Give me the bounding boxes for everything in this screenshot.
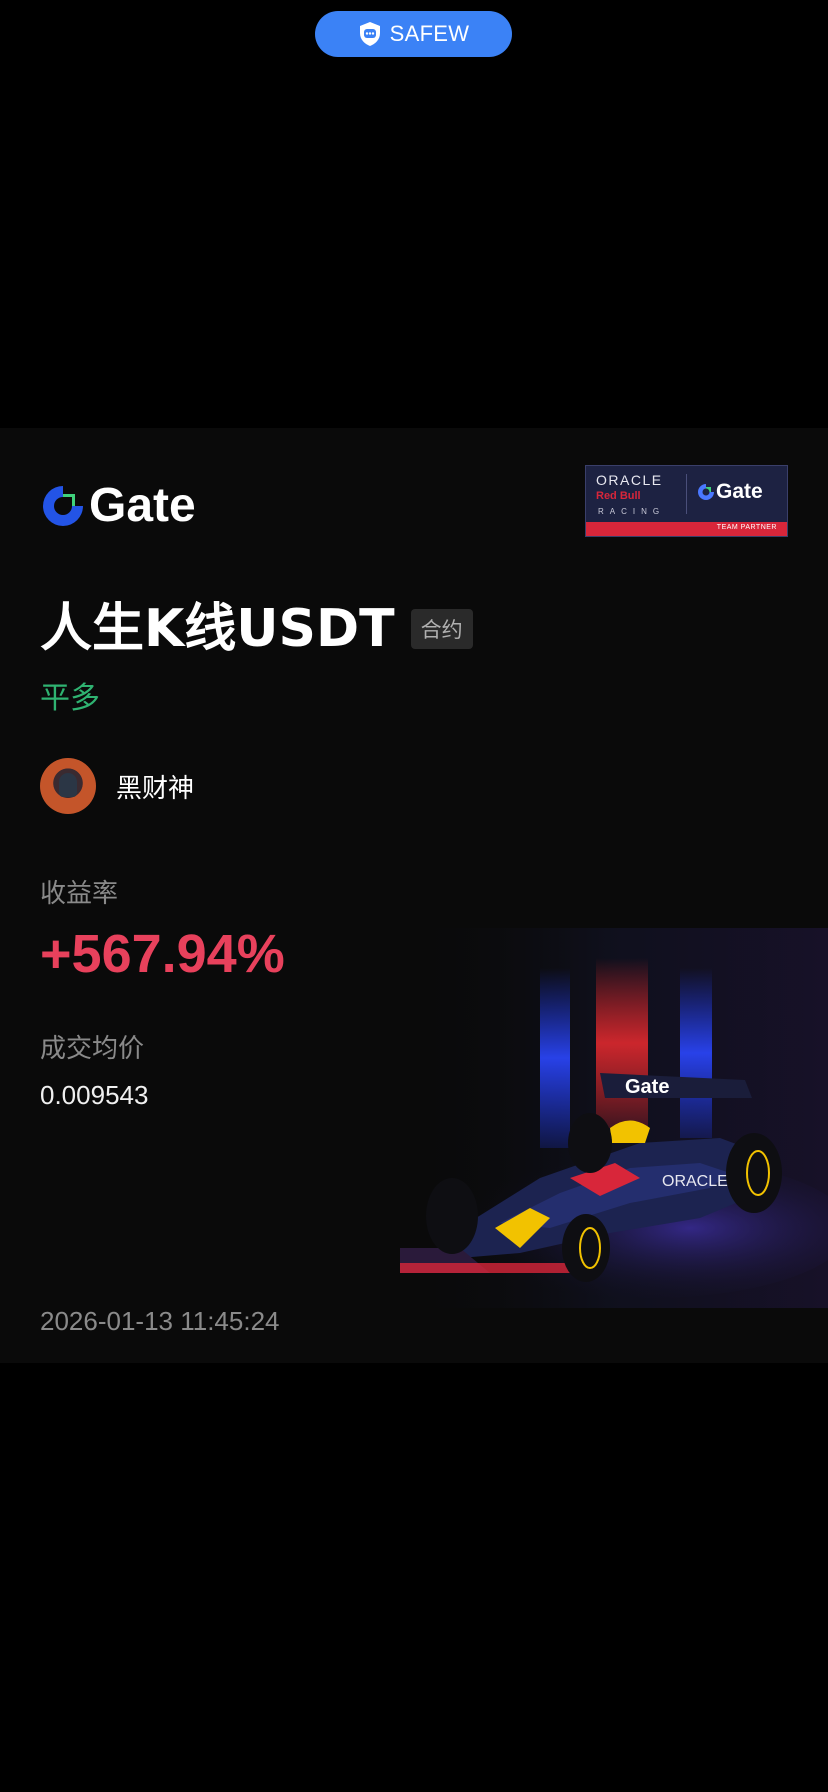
safew-label: SAFEW [389,21,470,46]
user-row: 黑财神 [40,758,194,814]
gate-logo: Gate [41,482,196,530]
gate-mini-logo-icon [698,484,714,500]
chat-shield-icon [359,22,380,46]
roi-label: 收益率 [40,879,119,909]
gate-logo-icon [43,486,83,526]
position-side: 平多 [40,681,100,716]
partner-oracle-text: ORACLE [596,472,663,488]
contract-tag: 合约 [410,609,473,649]
safew-pill-button[interactable]: SAFEW [315,11,512,57]
partner-gate-logo: Gate [698,480,763,504]
avg-price-label: 成交均价 [40,1034,145,1064]
team-partner-text: TEAM PARTNER [716,524,777,531]
username: 黑财神 [116,773,195,804]
gate-logo-text: Gate [89,479,196,532]
avatar-icon [40,758,96,814]
pair-title: 人生K线USDT [40,599,395,659]
svg-text:Gate: Gate [625,1076,669,1098]
team-partner-badge: ORACLE Red Bull RACING Gate TEAM PARTNER [585,465,788,537]
team-partner-strip: TEAM PARTNER [586,522,787,536]
title-row: 人生K线USDT 合约 [40,603,473,655]
partner-divider [686,474,687,514]
partner-racing-text: RACING [598,507,666,516]
timestamp: 2026-01-13 11:45:24 [40,1306,280,1336]
roi-value: +567.94% [40,924,285,984]
partner-redbull-text: Red Bull [596,490,641,502]
pnl-share-card: Gate ORACLE Red Bull RACING Gate TEAM PA… [0,428,828,1363]
svg-text:ORACLE: ORACLE [662,1173,728,1190]
f1-car-illustration: Gate ORACLE [400,928,828,1308]
avg-price-value: 0.009543 [40,1080,149,1110]
partner-gate-text: Gate [716,480,763,503]
